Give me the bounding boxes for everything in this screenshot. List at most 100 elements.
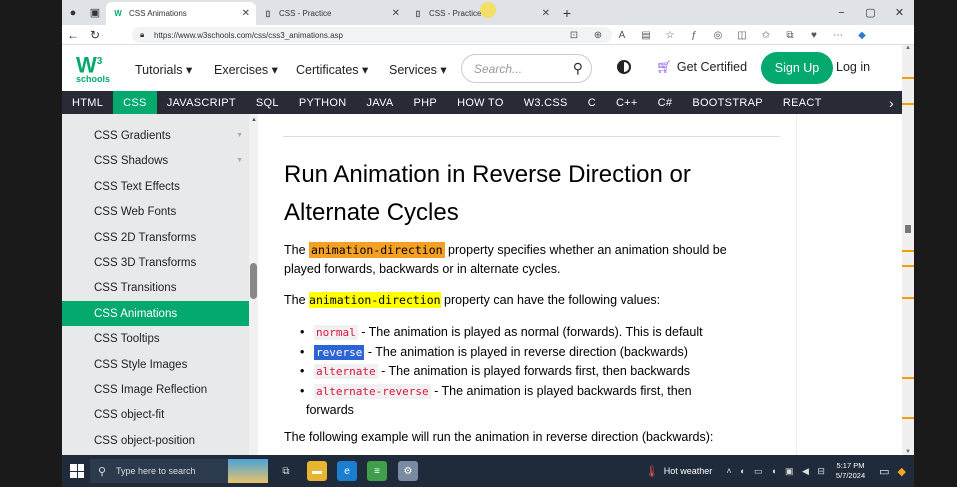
- collections-icon[interactable]: ⧉: [778, 25, 802, 45]
- menu-certificates[interactable]: Certificates ▾: [296, 62, 368, 77]
- close-tab-icon[interactable]: ✕: [542, 8, 550, 19]
- nav-bootstrap[interactable]: BOOTSTRAP: [682, 91, 773, 114]
- weather-label: Hot weather: [663, 466, 713, 476]
- sidebar-item-css-style-images[interactable]: CSS Style Images: [62, 352, 249, 377]
- value-code: normal: [314, 325, 358, 340]
- close-tab-icon[interactable]: ✕: [392, 8, 400, 19]
- settings-app-icon[interactable]: ⚙: [398, 461, 418, 481]
- tab-css-animations[interactable]: W CSS Animations ✕: [106, 2, 256, 25]
- w3schools-logo[interactable]: W3 schools: [76, 51, 112, 85]
- nav-c[interactable]: C: [578, 91, 606, 114]
- search-icon[interactable]: ⚲: [573, 60, 583, 77]
- sidebar-item-label: CSS 3D Transforms: [94, 256, 197, 269]
- sidebar-item-css-tooltips[interactable]: CSS Tooltips: [62, 326, 249, 351]
- taskbar-search-input[interactable]: ⚲ Type here to search: [90, 459, 268, 483]
- sidebar-item-css-object-position[interactable]: CSS object-position: [62, 428, 249, 453]
- scrollbar-thumb[interactable]: [905, 225, 911, 233]
- get-certified-label: Get Certified: [676, 60, 748, 74]
- nav-php[interactable]: PHP: [404, 91, 448, 114]
- tab-css-practice-1[interactable]: ▯ CSS - Practice ✕: [256, 2, 406, 25]
- sidebar-item-css-gradients[interactable]: CSS Gradients ▼: [62, 123, 249, 148]
- nav-cpp[interactable]: C++: [606, 91, 648, 114]
- workspaces-icon[interactable]: ▣: [84, 0, 106, 25]
- immersive-reader-icon[interactable]: ▤: [634, 25, 658, 45]
- value-description: - The animation is played backwards firs…: [430, 383, 692, 398]
- edge-browser-icon[interactable]: e: [337, 461, 357, 481]
- nav-python[interactable]: PYTHON: [289, 91, 357, 114]
- copilot-icon[interactable]: ◆: [850, 25, 874, 45]
- system-tray: 🌡︎ Hot weather ˄ ◐ ▭ ◖ ▣ ◀ ⊟ 5:17 PM 5/7/…: [645, 455, 914, 487]
- list-item: normal - The animation is played as norm…: [298, 323, 768, 343]
- dark-mode-toggle-icon[interactable]: [617, 60, 631, 74]
- weather-widget[interactable]: 🌡︎ Hot weather: [645, 465, 713, 478]
- menu-services[interactable]: Services ▾: [389, 62, 447, 77]
- sidebar-item-css-text-effects[interactable]: CSS Text Effects: [62, 174, 249, 199]
- tray-icons[interactable]: ˄ ◐ ▭ ◖ ▣ ◀ ⊟: [726, 466, 828, 477]
- windows-start-icon[interactable]: [70, 464, 84, 478]
- sidebar-item-css-2d-transforms[interactable]: CSS 2D Transforms: [62, 225, 249, 250]
- profile-icon[interactable]: ●: [62, 0, 84, 25]
- sidebar-item-css-3d-transforms[interactable]: CSS 3D Transforms: [62, 250, 249, 275]
- more-menu-icon[interactable]: ⋯: [826, 25, 850, 45]
- back-arrow-icon[interactable]: ←: [62, 25, 84, 45]
- sidebar-scrollbar[interactable]: ▲: [249, 114, 258, 455]
- close-tab-icon[interactable]: ✕: [242, 8, 250, 19]
- nav-html[interactable]: HTML: [62, 91, 113, 114]
- scroll-up-icon[interactable]: ▲: [905, 45, 911, 51]
- nav-sql[interactable]: SQL: [246, 91, 289, 114]
- sidebar-item-css-object-fit[interactable]: CSS object-fit: [62, 402, 249, 427]
- logo-sup: 3: [96, 56, 103, 67]
- browser-window: ● ▣ W CSS Animations ✕ ▯ CSS - Practice …: [62, 0, 914, 487]
- extension-icon[interactable]: ◎: [706, 25, 730, 45]
- list-item: alternate-reverse - The animation is pla…: [298, 382, 768, 420]
- nav-javascript[interactable]: JAVASCRIPT: [157, 91, 246, 114]
- chevron-down-icon[interactable]: ▼: [236, 132, 243, 139]
- sidebar-item-css-shadows[interactable]: CSS Shadows ▼: [62, 148, 249, 173]
- favorite-star-icon[interactable]: ☆: [658, 25, 682, 45]
- nav-java[interactable]: JAVA: [356, 91, 403, 114]
- taskbar-clock[interactable]: 5:17 PM 5/7/2024: [836, 461, 865, 481]
- zoom-icon[interactable]: ⊕: [586, 25, 610, 45]
- sidebar-item-css-animations[interactable]: CSS Animations: [62, 301, 249, 326]
- value-description-wrap: forwards: [306, 403, 354, 417]
- nav-how-to[interactable]: HOW TO: [447, 91, 514, 114]
- sidebar-item-css-image-reflection[interactable]: CSS Image Reflection: [62, 377, 249, 402]
- get-certified-link[interactable]: 🛒︎ Get Certified: [656, 60, 747, 75]
- task-view-icon[interactable]: ⧉: [276, 461, 296, 481]
- chevron-down-icon[interactable]: ▼: [236, 157, 243, 164]
- font-icon[interactable]: A: [610, 25, 634, 45]
- file-explorer-icon[interactable]: ▬: [307, 461, 327, 481]
- search-highlight-image: [228, 459, 268, 483]
- notepad-plus-icon[interactable]: ≡: [367, 461, 387, 481]
- nav-w3css[interactable]: W3.CSS: [514, 91, 578, 114]
- close-window-icon[interactable]: ✕: [885, 0, 914, 25]
- menu-tutorials[interactable]: Tutorials ▾: [135, 62, 192, 77]
- sidebar-scroll-thumb[interactable]: [250, 263, 257, 299]
- right-panel: [796, 114, 902, 455]
- find-marker: [902, 250, 914, 252]
- nav-css[interactable]: CSS: [113, 91, 157, 114]
- maximize-icon[interactable]: ▢: [856, 0, 885, 25]
- menu-exercises[interactable]: Exercises ▾: [214, 62, 278, 77]
- new-tab-button[interactable]: +: [556, 0, 578, 25]
- page-scrollbar[interactable]: ▲ ▼: [902, 45, 914, 455]
- scroll-up-icon[interactable]: ▲: [251, 117, 257, 123]
- minimize-icon[interactable]: −: [827, 0, 856, 25]
- sidebar-item-css-transitions[interactable]: CSS Transitions: [62, 275, 249, 300]
- nav-csharp[interactable]: C#: [648, 91, 683, 114]
- log-in-link[interactable]: Log in: [836, 60, 870, 74]
- widget-icon[interactable]: ◆: [898, 465, 906, 478]
- nav-next-chevron-icon[interactable]: ›: [889, 91, 894, 114]
- notifications-icon[interactable]: ▭: [879, 465, 889, 478]
- sidebar-item-css-web-fonts[interactable]: CSS Web Fonts: [62, 199, 249, 224]
- url-field[interactable]: 🔒︎ https://www.w3schools.com/css/css3_an…: [132, 27, 612, 43]
- favorites-icon[interactable]: ✩: [754, 25, 778, 45]
- sign-up-button[interactable]: Sign Up: [761, 52, 833, 84]
- search-input[interactable]: Search... ⚲: [461, 54, 592, 83]
- split-screen-icon[interactable]: ◫: [730, 25, 754, 45]
- function-icon[interactable]: ƒ: [682, 25, 706, 45]
- refresh-icon[interactable]: ↻: [84, 25, 106, 45]
- browser-essentials-icon[interactable]: ♥: [802, 25, 826, 45]
- nav-react[interactable]: REACT: [773, 91, 832, 114]
- read-aloud-icon[interactable]: ⊡: [562, 25, 586, 45]
